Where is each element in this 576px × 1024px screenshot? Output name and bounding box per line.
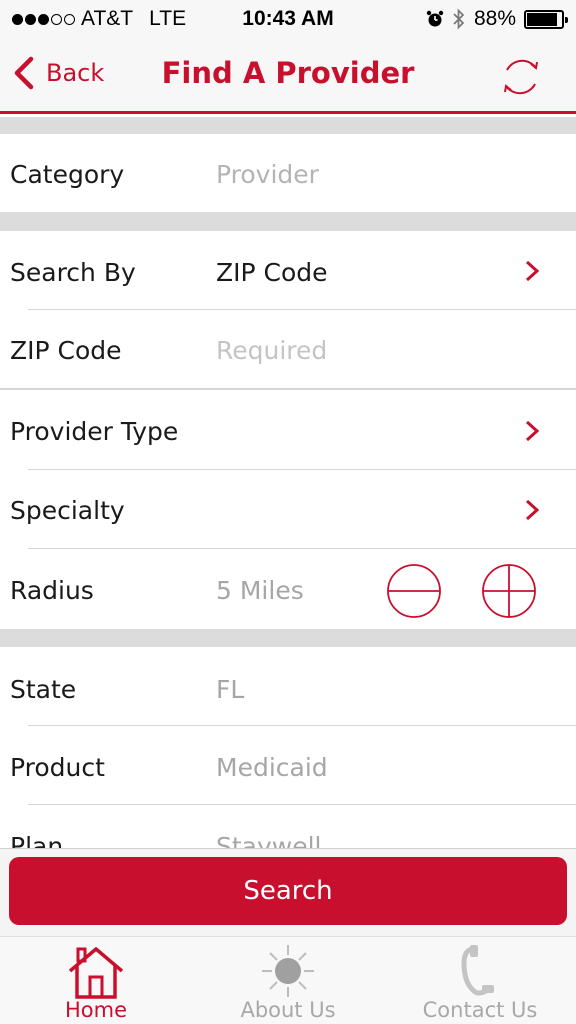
tab-bar: Home About Us Contact Us	[0, 936, 576, 1024]
alarm-icon	[426, 10, 444, 27]
zip-code-input[interactable]: Required	[216, 336, 327, 365]
radius-row: Radius 5 Miles	[0, 549, 576, 629]
product-row: Product Medicaid	[0, 726, 576, 804]
chevron-right-icon	[525, 260, 540, 282]
phone-icon	[461, 945, 494, 996]
section-gap	[0, 117, 576, 134]
state-value: FL	[216, 675, 245, 704]
product-label: Product	[10, 753, 105, 782]
sun-icon	[262, 945, 314, 997]
product-value: Medicaid	[216, 753, 328, 782]
tab-contact-us[interactable]: Contact Us	[384, 937, 576, 1024]
chevron-right-icon	[525, 420, 540, 442]
chevron-right-icon	[525, 499, 540, 521]
section-gap	[0, 629, 576, 647]
search-by-value: ZIP Code	[216, 258, 328, 287]
battery-percent: 88%	[473, 7, 516, 30]
page-title: Find A Provider	[161, 56, 415, 90]
tab-about-us[interactable]: About Us	[192, 937, 384, 1024]
plan-label: Plan	[10, 832, 64, 848]
category-value: Provider	[216, 160, 319, 189]
radius-increase-button[interactable]	[481, 563, 537, 619]
search-by-label: Search By	[10, 258, 136, 287]
section-gap	[0, 212, 576, 231]
category-row[interactable]: Category Provider	[0, 134, 576, 212]
nav-bar: Back Find A Provider	[0, 38, 576, 114]
plan-value: Staywell	[216, 832, 322, 848]
specialty-row[interactable]: Specialty	[0, 470, 576, 548]
battery-fill	[527, 12, 557, 26]
provider-type-label: Provider Type	[10, 417, 179, 446]
home-icon	[68, 947, 124, 999]
tab-label: About Us	[240, 998, 336, 1022]
search-bar-area: Search	[0, 848, 576, 936]
zip-code-row: ZIP Code Required	[0, 310, 576, 388]
tab-home[interactable]: Home	[0, 937, 192, 1024]
specialty-label: Specialty	[10, 496, 125, 525]
tab-label: Contact Us	[422, 998, 538, 1022]
refresh-icon[interactable]	[498, 54, 544, 100]
search-button[interactable]: Search	[9, 857, 567, 925]
state-label: State	[10, 675, 77, 704]
zip-code-label: ZIP Code	[10, 336, 122, 365]
status-bar: AT&T LTE 10:43 AM 88%	[0, 0, 576, 38]
status-right-group: 88%	[426, 7, 568, 31]
tab-label: Home	[64, 998, 127, 1022]
radius-label: Radius	[10, 576, 94, 605]
search-by-row[interactable]: Search By ZIP Code	[0, 231, 576, 310]
radius-decrease-button[interactable]	[386, 563, 442, 619]
category-label: Category	[10, 160, 125, 189]
provider-type-row[interactable]: Provider Type	[0, 390, 576, 469]
battery-icon	[524, 9, 568, 29]
radius-value: 5 Miles	[216, 576, 304, 605]
plan-row: Plan Staywell	[0, 805, 576, 848]
bluetooth-icon	[453, 8, 465, 30]
state-row: State FL	[0, 647, 576, 725]
